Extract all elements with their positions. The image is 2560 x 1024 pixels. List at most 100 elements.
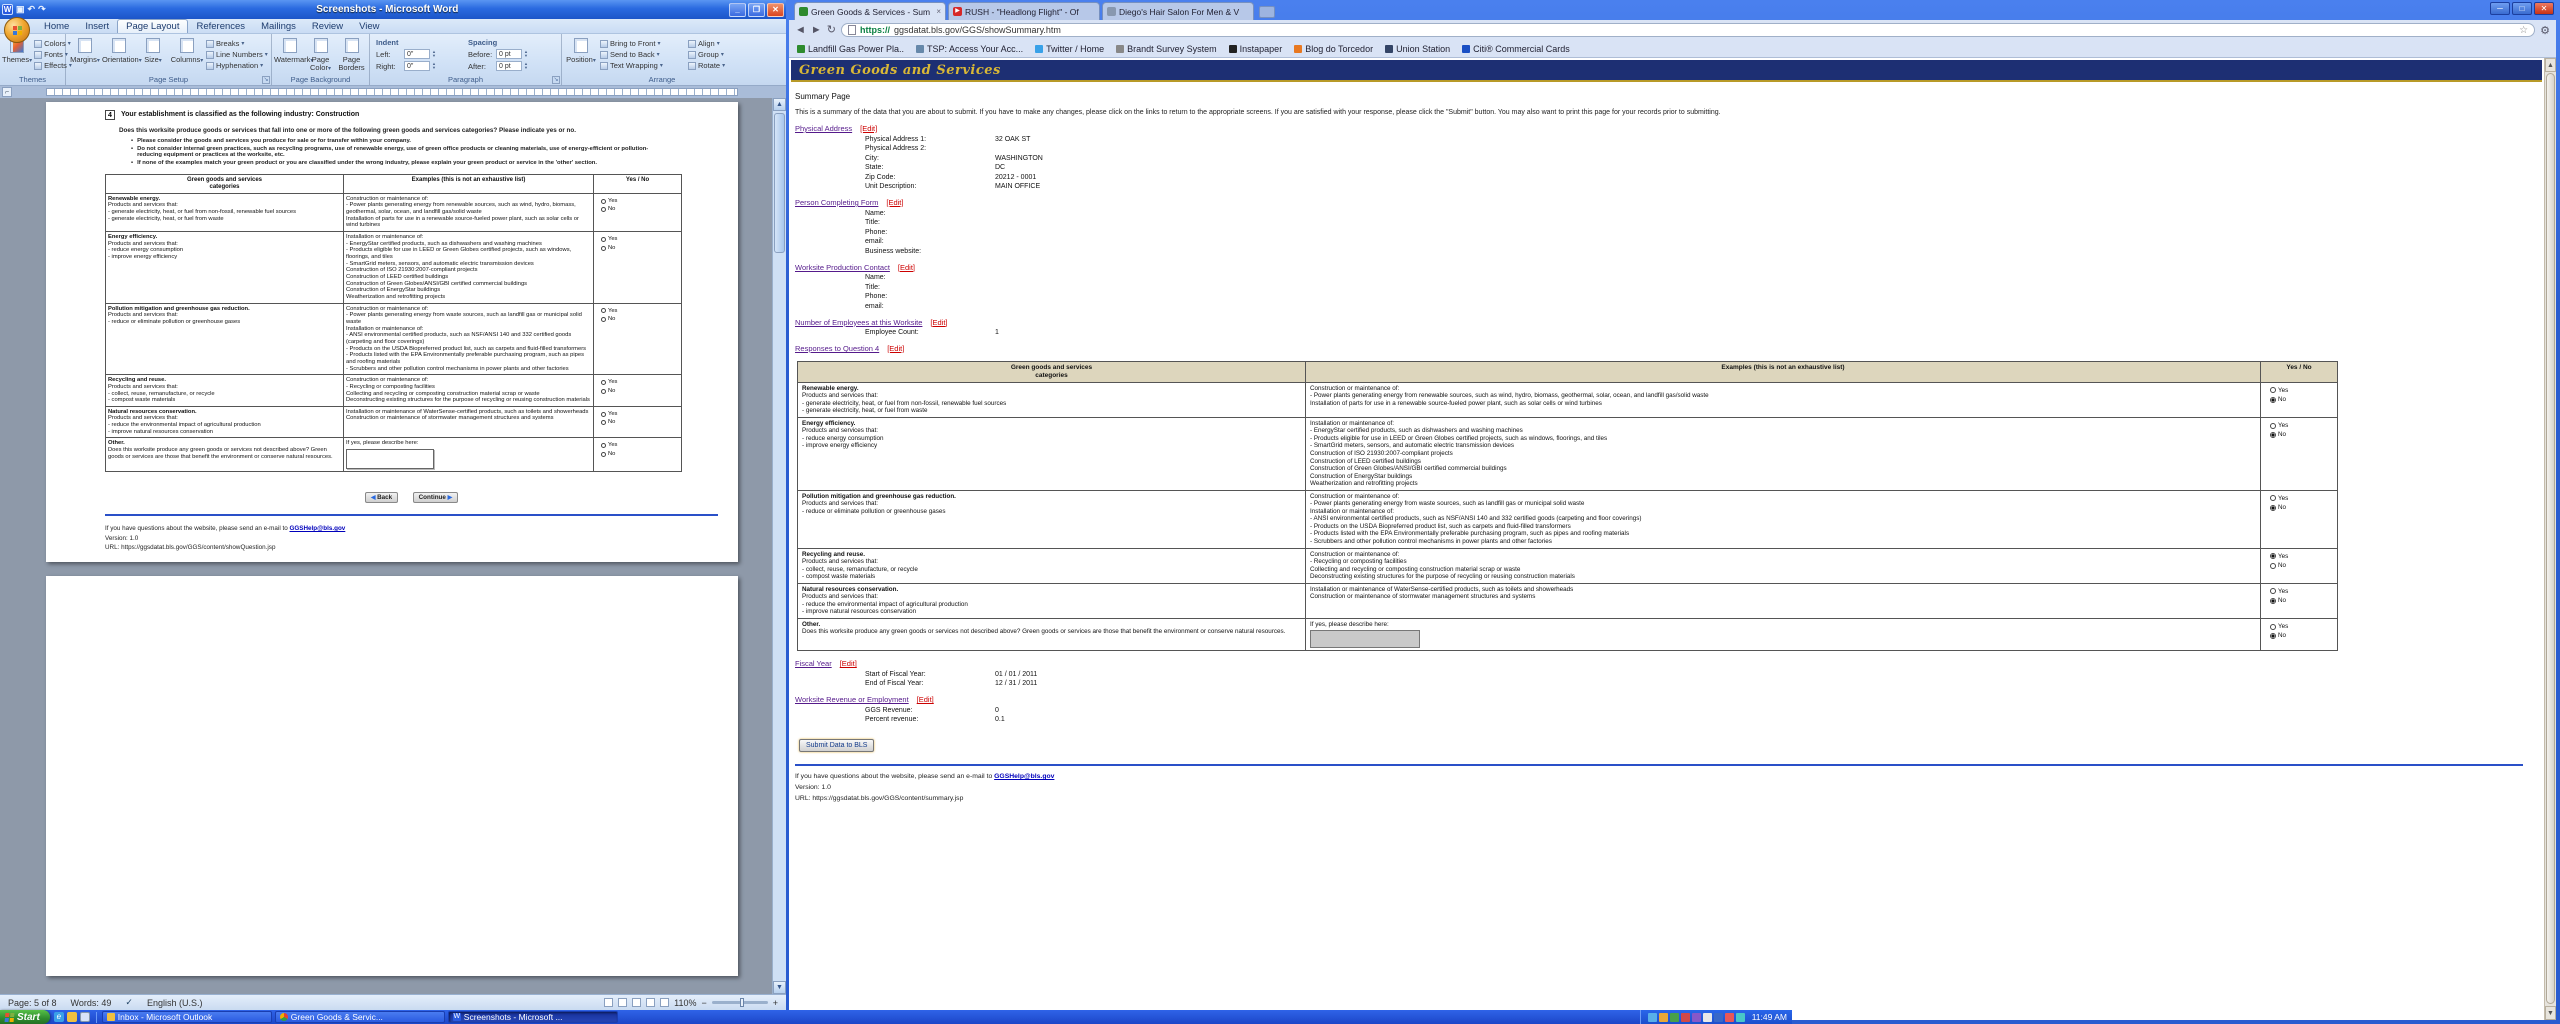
- yes-radio[interactable]: [2270, 387, 2276, 393]
- no-radio[interactable]: [2270, 598, 2276, 604]
- paragraph-dialog-launcher[interactable]: ↘: [552, 76, 560, 84]
- spacing-after-spinner[interactable]: ▲▼: [524, 62, 528, 70]
- scroll-up-arrow[interactable]: ▲: [2545, 58, 2556, 72]
- bring-to-front-button[interactable]: Bring to Front▾: [600, 39, 686, 48]
- tab-review[interactable]: Review: [304, 20, 351, 33]
- edit-link[interactable]: [Edit]: [840, 659, 857, 668]
- new-tab-button[interactable]: [1259, 6, 1275, 18]
- edit-link[interactable]: [Edit]: [887, 344, 904, 353]
- zoom-level[interactable]: 110%: [674, 998, 696, 1008]
- zoom-slider[interactable]: [712, 1001, 768, 1004]
- back-button[interactable]: ◀ Back: [365, 492, 398, 503]
- no-radio[interactable]: [601, 246, 606, 251]
- rotate-button[interactable]: Rotate▾: [688, 61, 744, 70]
- yes-radio[interactable]: [2270, 495, 2276, 501]
- other-description-textarea[interactable]: [1310, 630, 1420, 648]
- browser-tab-ggs[interactable]: Green Goods & Services - Sum ×: [794, 2, 946, 20]
- tray-icon[interactable]: [1670, 1013, 1679, 1022]
- save-button[interactable]: ▣: [16, 4, 25, 15]
- draft-view-icon[interactable]: [660, 998, 669, 1007]
- indent-left-spinner[interactable]: ▲▼: [432, 50, 436, 58]
- browser-minimize-button[interactable]: ─: [2490, 2, 2510, 15]
- tab-references[interactable]: References: [188, 20, 253, 33]
- close-button[interactable]: ✕: [767, 3, 784, 17]
- bookmark-item[interactable]: Blog do Torcedor: [1294, 44, 1373, 54]
- send-to-back-button[interactable]: Send to Back▾: [600, 50, 686, 59]
- edit-link[interactable]: [Edit]: [860, 124, 877, 133]
- watermark-button[interactable]: Watermark▾: [274, 36, 305, 65]
- word-count[interactable]: Words: 49: [71, 998, 112, 1008]
- orientation-button[interactable]: Orientation▾: [102, 36, 136, 65]
- margins-button[interactable]: Margins▾: [68, 36, 102, 65]
- no-radio[interactable]: [601, 389, 606, 394]
- section-link[interactable]: Person Completing Form: [795, 198, 878, 207]
- edit-link[interactable]: [Edit]: [930, 318, 947, 327]
- tab-view[interactable]: View: [351, 20, 387, 33]
- tray-icon[interactable]: [1659, 1013, 1668, 1022]
- scrollbar-thumb[interactable]: [2546, 73, 2555, 1004]
- print-layout-view-icon[interactable]: [604, 998, 613, 1007]
- tab-insert[interactable]: Insert: [77, 20, 117, 33]
- yes-radio[interactable]: [601, 412, 606, 417]
- tray-icon[interactable]: [1714, 1013, 1723, 1022]
- browser-tab-salon[interactable]: Diego's Hair Salon For Men & V: [1102, 2, 1254, 20]
- continue-button[interactable]: Continue ▶: [413, 492, 459, 503]
- spacing-after-input[interactable]: 0 pt: [496, 61, 522, 71]
- bookmark-item[interactable]: Citi® Commercial Cards: [1462, 44, 1570, 54]
- scrollbar-thumb[interactable]: [774, 113, 785, 253]
- tray-icon[interactable]: [1703, 1013, 1712, 1022]
- browser-close-button[interactable]: ✕: [2534, 2, 2554, 15]
- ruler-selector[interactable]: ⌐: [2, 87, 12, 97]
- page-indicator[interactable]: Page: 5 of 8: [8, 998, 57, 1008]
- breaks-button[interactable]: Breaks▾: [206, 39, 268, 48]
- zoom-slider-thumb[interactable]: [740, 998, 744, 1007]
- bookmark-item[interactable]: Brandt Survey System: [1116, 44, 1217, 54]
- scroll-down-arrow[interactable]: ▼: [2545, 1006, 2556, 1020]
- no-radio[interactable]: [2270, 432, 2276, 438]
- tab-page-layout[interactable]: Page Layout: [117, 19, 188, 33]
- undo-button[interactable]: ↶: [28, 4, 36, 15]
- page-color-button[interactable]: Page Color▾: [305, 36, 336, 73]
- size-button[interactable]: Size▾: [136, 36, 170, 65]
- yes-radio[interactable]: [601, 443, 606, 448]
- taskbar-button-browser[interactable]: Green Goods & Servic...: [275, 1011, 445, 1023]
- yes-radio[interactable]: [601, 380, 606, 385]
- bookmark-item[interactable]: Instapaper: [1229, 44, 1283, 54]
- spacing-before-input[interactable]: 0 pt: [496, 49, 522, 59]
- browser-vertical-scrollbar[interactable]: ▲ ▼: [2544, 58, 2556, 1020]
- yes-radio[interactable]: [601, 237, 606, 242]
- no-radio[interactable]: [601, 207, 606, 212]
- section-link[interactable]: Worksite Revenue or Employment: [795, 695, 909, 704]
- word-vertical-scrollbar[interactable]: ▲ ▼: [772, 98, 786, 994]
- align-button[interactable]: Align▾: [688, 39, 744, 48]
- tab-close-icon[interactable]: ×: [936, 7, 941, 16]
- email-link[interactable]: GGSHelp@bls.gov: [994, 773, 1054, 780]
- wrench-menu-icon[interactable]: ⚙: [2540, 24, 2550, 37]
- section-link[interactable]: Fiscal Year: [795, 659, 832, 668]
- bookmark-item[interactable]: Union Station: [1385, 44, 1450, 54]
- address-bar[interactable]: https:// ggsdatat.bls.gov/GGS/showSummar…: [841, 23, 2535, 37]
- page-borders-button[interactable]: Page Borders: [336, 36, 367, 73]
- spacing-before-spinner[interactable]: ▲▼: [524, 50, 528, 58]
- bookmark-item[interactable]: Landfill Gas Power Pla..: [797, 44, 904, 54]
- tab-mailings[interactable]: Mailings: [253, 20, 304, 33]
- tray-icon[interactable]: [1648, 1013, 1657, 1022]
- fullscreen-view-icon[interactable]: [618, 998, 627, 1007]
- section-link[interactable]: Physical Address: [795, 124, 852, 133]
- taskbar-button-outlook[interactable]: Inbox - Microsoft Outlook: [102, 1011, 272, 1023]
- spellcheck-icon[interactable]: ✓: [125, 997, 133, 1008]
- no-radio[interactable]: [2270, 633, 2276, 639]
- web-layout-view-icon[interactable]: [632, 998, 641, 1007]
- tab-home[interactable]: Home: [36, 20, 77, 33]
- zoom-in-button[interactable]: +: [773, 998, 778, 1008]
- bookmark-star-icon[interactable]: ☆: [2519, 25, 2528, 36]
- tray-icon[interactable]: [1736, 1013, 1745, 1022]
- redo-button[interactable]: ↷: [38, 4, 46, 15]
- no-radio[interactable]: [2270, 505, 2276, 511]
- yes-radio[interactable]: [2270, 624, 2276, 630]
- office-button[interactable]: [4, 17, 30, 43]
- columns-button[interactable]: Columns▾: [170, 36, 204, 65]
- language-indicator[interactable]: English (U.S.): [147, 998, 203, 1008]
- no-radio[interactable]: [2270, 397, 2276, 403]
- no-radio[interactable]: [601, 452, 606, 457]
